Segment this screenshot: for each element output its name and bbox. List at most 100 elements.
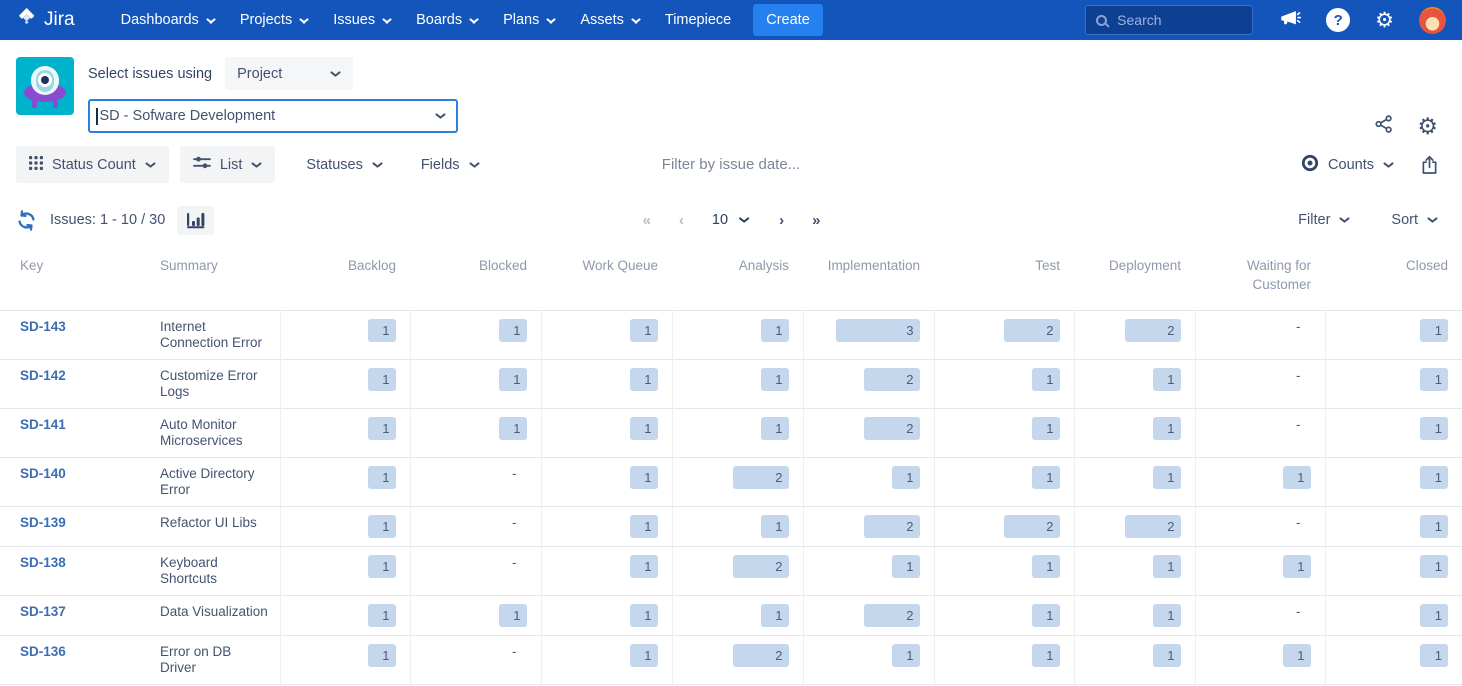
chevron-down-icon <box>469 161 480 169</box>
issue-key-cell: SD-136 <box>0 636 160 685</box>
nav-item-issues[interactable]: Issues <box>333 12 392 28</box>
project-select[interactable]: SD - Sofware Development <box>88 99 458 133</box>
count-badge: 2 <box>732 644 789 667</box>
issue-key-link[interactable]: SD-138 <box>20 555 66 570</box>
nav-item-dashboards[interactable]: Dashboards <box>121 12 216 28</box>
status-count-cell: 1 <box>671 506 803 547</box>
issue-key-link[interactable]: SD-143 <box>20 319 66 334</box>
count-badge: 1 <box>629 368 658 391</box>
status-count-cell: 1 <box>1073 635 1195 685</box>
issue-key-link[interactable]: SD-142 <box>20 368 66 383</box>
announcements-icon[interactable] <box>1278 7 1302 34</box>
top-nav: Jira Dashboards Projects Issues Boards P… <box>0 0 1462 40</box>
column-header-blocked: Blocked <box>478 258 527 273</box>
status-count-cell: 1 <box>1324 359 1462 409</box>
count-badge: 1 <box>498 604 527 627</box>
nav-item-plans[interactable]: Plans <box>503 12 556 28</box>
issue-source-select[interactable]: Project <box>225 57 354 90</box>
export-icon[interactable] <box>1421 155 1438 175</box>
status-count-cell: - <box>1194 310 1325 360</box>
count-badge: 1 <box>1420 555 1448 578</box>
nav-item-projects[interactable]: Projects <box>240 12 309 28</box>
status-count-cell: - <box>1194 506 1325 547</box>
status-count-cell: 1 <box>933 595 1074 636</box>
chevron-down-icon <box>631 17 641 24</box>
status-count-cell: 2 <box>933 506 1074 547</box>
status-count-cell: 1 <box>802 457 934 507</box>
view-mode-button[interactable]: Status Count <box>16 146 169 183</box>
gadget-settings-icon[interactable]: ⚙ <box>1417 115 1438 138</box>
issue-key-cell: SD-141 <box>0 409 160 458</box>
count-badge: 1 <box>367 555 396 578</box>
status-count-cell: 1 <box>933 546 1074 596</box>
jira-logo-icon <box>16 6 38 34</box>
page-size-select[interactable]: 10 <box>712 212 750 228</box>
issue-key-link[interactable]: SD-141 <box>20 417 66 432</box>
status-count-cell: 1 <box>409 310 541 360</box>
column-header-closed: Closed <box>1405 258 1448 273</box>
issues-table-body: SD-143 Internet Connection Error 1 1 1 1 3 2 2-1… <box>0 310 1462 686</box>
refresh-icon[interactable] <box>16 209 37 231</box>
target-icon <box>1301 154 1319 176</box>
display-counts-dropdown[interactable]: Counts <box>1301 154 1394 176</box>
chevron-down-icon <box>145 161 156 169</box>
chevron-down-icon <box>469 17 479 24</box>
table-row: SD-139 Refactor UI Libs 1-1 1 2 2 2-1 <box>0 506 1462 547</box>
status-count-cell: - <box>1194 595 1325 636</box>
status-count-cell: 1 <box>279 635 410 685</box>
count-badge: 1 <box>760 515 789 538</box>
status-count-cell: 1 <box>279 546 410 596</box>
chevron-down-icon <box>330 70 341 78</box>
jira-logo[interactable]: Jira <box>16 6 75 34</box>
settings-gear-icon[interactable]: ⚙ <box>1375 10 1394 31</box>
fields-dropdown[interactable]: Fields <box>421 157 480 173</box>
issue-key-link[interactable]: SD-139 <box>20 515 66 530</box>
status-count-cell: 1 <box>671 359 803 409</box>
table-row: SD-136 Error on DB Driver 1-1 2 1 1 1 1 1 <box>0 635 1462 685</box>
help-icon[interactable]: ? <box>1326 8 1351 32</box>
status-count-cell: - <box>409 546 541 596</box>
date-filter-input[interactable]: Filter by issue date... <box>662 156 800 173</box>
issue-key-link[interactable]: SD-136 <box>20 644 66 659</box>
count-badge: 2 <box>1124 515 1181 538</box>
nav-item-boards[interactable]: Boards <box>416 12 479 28</box>
count-badge: 1 <box>1282 555 1311 578</box>
chevron-down-icon <box>1427 216 1438 224</box>
count-badge: 1 <box>1031 555 1060 578</box>
chart-view-button[interactable] <box>177 205 215 235</box>
share-icon[interactable] <box>1374 114 1394 139</box>
search-input[interactable] <box>1117 12 1228 28</box>
status-count-cell: 1 <box>1324 457 1462 507</box>
count-badge: 1 <box>1152 417 1181 440</box>
first-page-button[interactable]: « <box>643 212 651 229</box>
issue-summary: Internet Connection Error <box>160 319 263 350</box>
table-row: SD-141 Auto Monitor Microservices 1 1 1 1 2 1 1-… <box>0 408 1462 458</box>
column-header-summary: Summary <box>160 258 218 273</box>
status-count-cell: 1 <box>279 457 410 507</box>
issue-key-cell: SD-137 <box>0 596 160 636</box>
nav-item-timepiece[interactable]: Timepiece <box>665 12 731 28</box>
column-header-analysis: Analysis <box>738 258 789 273</box>
count-badge: 1 <box>1420 417 1448 440</box>
status-count-cell: 1 <box>1324 506 1462 547</box>
count-badge: 2 <box>732 555 789 578</box>
nav-item-assets[interactable]: Assets <box>580 12 641 28</box>
count-badge: 2 <box>732 466 789 489</box>
last-page-button[interactable]: » <box>812 212 820 229</box>
issue-key-link[interactable]: SD-140 <box>20 466 66 481</box>
prev-page-button[interactable]: ‹ <box>679 212 684 229</box>
statuses-dropdown[interactable]: Statuses <box>306 157 382 173</box>
search-box[interactable] <box>1085 5 1254 35</box>
user-avatar[interactable] <box>1419 6 1446 34</box>
issue-summary: Customize Error Logs <box>160 368 258 399</box>
issue-summary: Active Directory Error <box>160 466 255 497</box>
sort-dropdown[interactable]: Sort <box>1391 212 1438 228</box>
next-page-button[interactable]: › <box>779 212 784 229</box>
column-header-test: Test <box>1035 258 1060 273</box>
create-button[interactable]: Create <box>753 4 823 36</box>
layout-button[interactable]: List <box>179 146 276 183</box>
filter-dropdown[interactable]: Filter <box>1298 212 1350 228</box>
status-count-cell: 1 <box>1194 635 1325 685</box>
count-badge: 1 <box>891 644 920 667</box>
issue-key-link[interactable]: SD-137 <box>20 604 66 619</box>
